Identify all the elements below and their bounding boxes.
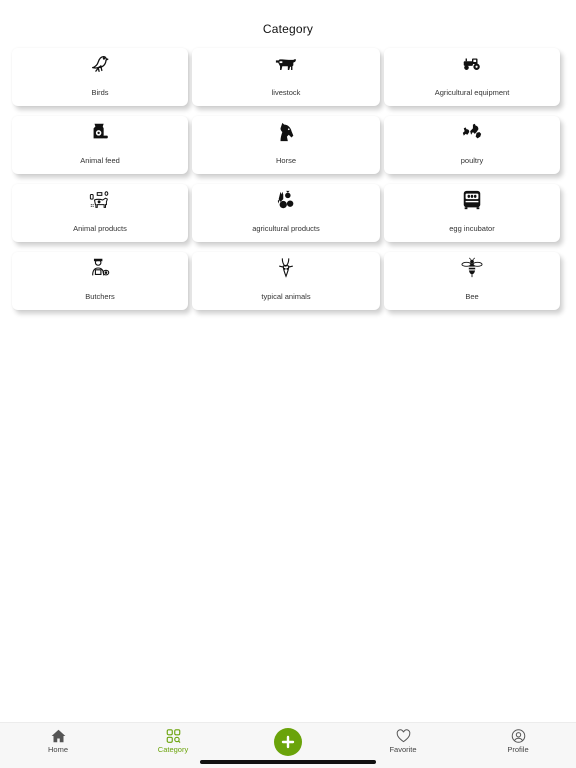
category-label: agricultural products xyxy=(252,224,320,233)
page-title: Category xyxy=(262,22,314,36)
grid-icon xyxy=(166,729,180,743)
category-label: Agricultural equipment xyxy=(434,88,510,97)
tab-favorite[interactable]: Favorite xyxy=(373,729,433,754)
antelope-icon xyxy=(274,256,298,280)
tab-category-label: Category xyxy=(157,745,189,754)
category-card-livestock[interactable]: livestock xyxy=(192,48,380,106)
category-card-bee[interactable]: Bee xyxy=(384,252,560,310)
home-icon xyxy=(51,729,65,743)
category-card-typical-animals[interactable]: typical animals xyxy=(192,252,380,310)
category-card-birds[interactable]: Birds xyxy=(12,48,188,106)
category-label: Animal products xyxy=(73,224,127,233)
category-label: Bee xyxy=(465,292,479,301)
category-label: poultry xyxy=(460,156,484,165)
category-card-animal-feed[interactable]: Animal feed xyxy=(12,116,188,174)
category-card-agricultural-equipment[interactable]: Agricultural equipment xyxy=(384,48,560,106)
category-card-egg-incubator[interactable]: egg incubator xyxy=(384,184,560,242)
bee-icon xyxy=(460,256,484,280)
category-label: Birds xyxy=(91,88,109,97)
dairy-icon xyxy=(88,188,112,212)
plus-icon xyxy=(281,735,295,749)
category-label: livestock xyxy=(271,88,301,97)
add-button[interactable] xyxy=(274,728,302,756)
category-card-agricultural-products[interactable]: agricultural products xyxy=(192,184,380,242)
category-label: Animal feed xyxy=(80,156,120,165)
category-card-horse[interactable]: Horse xyxy=(192,116,380,174)
produce-icon xyxy=(274,188,298,212)
category-screen: Category Birds livestock Agricultural eq… xyxy=(0,0,576,768)
tab-profile[interactable]: Profile xyxy=(488,729,548,754)
tab-home-label: Home xyxy=(47,745,68,754)
category-card-animal-products[interactable]: Animal products xyxy=(12,184,188,242)
category-grid: Birds livestock Agricultural equipment A… xyxy=(12,48,560,310)
incubator-icon xyxy=(460,188,484,212)
category-label: Horse xyxy=(275,156,296,165)
tab-profile-label: Profile xyxy=(507,745,529,754)
heart-icon xyxy=(396,729,410,743)
category-label: typical animals xyxy=(261,292,311,301)
tab-favorite-label: Favorite xyxy=(389,745,417,754)
tractor-icon xyxy=(460,52,484,76)
tab-category[interactable]: Category xyxy=(143,729,203,754)
profile-icon xyxy=(511,729,525,743)
home-indicator xyxy=(200,760,376,764)
bird-icon xyxy=(88,52,112,76)
tab-home[interactable]: Home xyxy=(28,729,88,754)
chickens-icon xyxy=(460,120,484,144)
butcher-icon xyxy=(88,256,112,280)
category-card-poultry[interactable]: poultry xyxy=(384,116,560,174)
category-label: egg incubator xyxy=(449,224,495,233)
cow-icon xyxy=(274,52,298,76)
category-label: Butchers xyxy=(85,292,115,301)
horse-icon xyxy=(274,120,298,144)
feed-bag-icon xyxy=(88,120,112,144)
category-card-butchers[interactable]: Butchers xyxy=(12,252,188,310)
